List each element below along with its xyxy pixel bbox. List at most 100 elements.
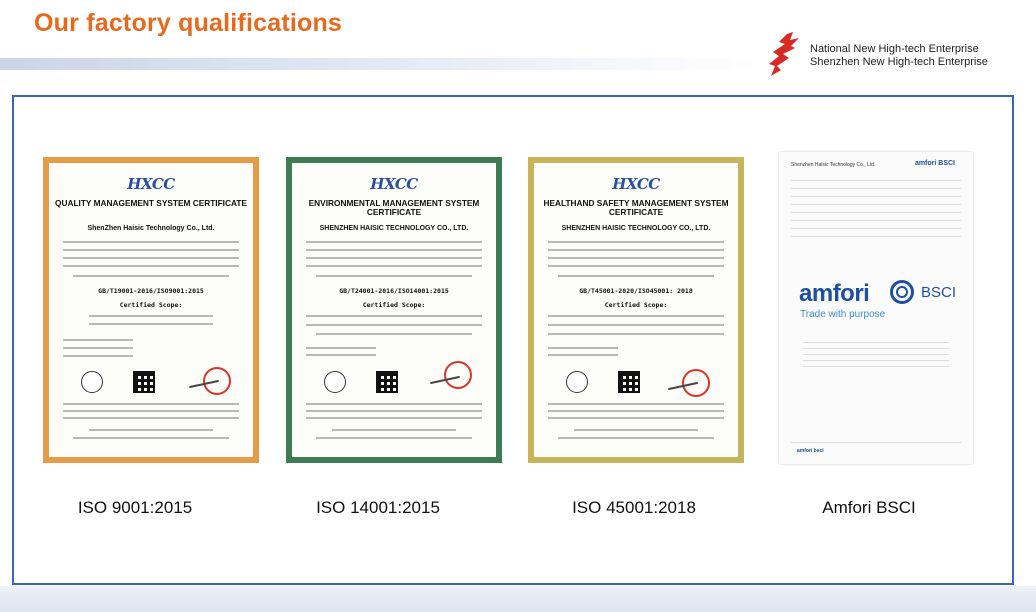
text-line [306, 257, 482, 259]
amfori-tagline: Trade with purpose [800, 309, 886, 320]
certificate-paper: HXCC ENVIRONMENTAL MANAGEMENT SYSTEM CER… [292, 163, 496, 457]
text-line [548, 403, 724, 405]
text-line [306, 354, 376, 356]
header-stripe [0, 58, 760, 70]
text-line [306, 324, 482, 326]
text-line [63, 347, 133, 349]
qr-code-icon [376, 371, 398, 393]
certificate-standard: GB/T24001-2016/ISO14001:2015 [339, 287, 449, 295]
certificate-company: ShenZhen Haisic Technology Co., Ltd. [87, 225, 215, 232]
certificate-standard: GB/T19001-2016/ISO9001:2015 [98, 287, 204, 295]
text-line [63, 249, 239, 251]
text-line [306, 249, 482, 251]
page-title: Our factory qualifications [34, 9, 343, 37]
amfori-producer-line: Shenzhen Haisic Technology Co., Ltd. [791, 162, 876, 168]
iso-seal-icon [81, 371, 103, 393]
text-line [803, 348, 949, 349]
enterprise-titles: National New High-tech Enterprise Shenzh… [810, 43, 988, 69]
text-line [63, 417, 239, 419]
text-line [548, 249, 724, 251]
text-line [73, 437, 229, 439]
certificate-title: QUALITY MANAGEMENT SYSTEM CERTIFICATE [55, 198, 247, 208]
certificate-company: SHENZHEN HAISIC TECHNOLOGY CO., LTD. [319, 225, 469, 232]
text-line [89, 315, 213, 317]
table-rule [791, 236, 961, 237]
text-line [548, 241, 724, 243]
caption-iso14001: ISO 14001:2015 [316, 498, 440, 517]
text-line [548, 315, 724, 317]
text-line [548, 265, 724, 267]
text-line [316, 437, 472, 439]
enterprise-line-shenzhen: Shenzhen New High-tech Enterprise [810, 56, 988, 68]
caption-amfori-bsci: Amfori BSCI [822, 498, 916, 517]
certificate-logo: HXCC [127, 175, 175, 193]
enterprise-line-national: National New High-tech Enterprise [810, 43, 979, 55]
text-line [548, 410, 724, 412]
text-line [63, 403, 239, 405]
text-line [332, 429, 456, 431]
text-line [73, 275, 229, 277]
high-tech-enterprise-logo-icon [765, 30, 805, 80]
certificate-iso14001: HXCC ENVIRONMENTAL MANAGEMENT SYSTEM CER… [286, 157, 502, 463]
text-line [803, 360, 949, 361]
certificate-scope-heading: Certified Scope: [604, 301, 668, 309]
text-line [803, 366, 949, 367]
footer-rule [791, 442, 961, 443]
red-stamp-icon [444, 361, 472, 389]
amfori-small-logo: amfori BSCI [914, 160, 955, 167]
table-rule [791, 180, 961, 181]
certificate-logo: HXCC [612, 175, 660, 193]
certificate-iso9001: HXCC QUALITY MANAGEMENT SYSTEM CERTIFICA… [43, 157, 259, 463]
table-rule [791, 228, 961, 229]
text-line [306, 241, 482, 243]
text-line [306, 410, 482, 412]
text-line [548, 347, 618, 349]
amfori-bsci-document: Shenzhen Haisic Technology Co., Ltd. amf… [779, 152, 973, 464]
amfori-brand: amfori [799, 280, 870, 307]
caption-iso9001: ISO 9001:2015 [77, 498, 193, 517]
iso-seal-icon [566, 371, 588, 393]
caption-iso45001: ISO 45001:2018 [572, 498, 696, 517]
certificate-paper: HXCC HEALTHAND SAFETY MANAGEMENT SYSTEM … [534, 163, 738, 457]
table-rule [791, 204, 961, 205]
text-line [63, 257, 239, 259]
text-line [548, 257, 724, 259]
text-line [306, 417, 482, 419]
qr-code-icon [133, 371, 155, 393]
table-rule [791, 220, 961, 221]
footer-band [0, 586, 1036, 612]
amfori-bsci-label: BSCI [921, 284, 957, 301]
text-line [63, 339, 133, 341]
text-line [306, 265, 482, 267]
certificate-paper: HXCC QUALITY MANAGEMENT SYSTEM CERTIFICA… [49, 163, 253, 457]
text-line [306, 347, 376, 349]
certificate-scope-heading: Certified Scope: [362, 301, 426, 309]
text-line [89, 323, 213, 325]
text-line [803, 354, 949, 355]
text-line [63, 355, 133, 357]
text-line [803, 342, 949, 343]
certificate-title: HEALTHAND SAFETY MANAGEMENT SYSTEM CERTI… [543, 198, 729, 217]
amfori-ring-inner-icon [896, 286, 908, 298]
text-line [548, 324, 724, 326]
text-line [63, 410, 239, 412]
text-line [316, 275, 472, 277]
text-line [558, 275, 714, 277]
certificate-company: SHENZHEN HAISIC TECHNOLOGY CO., LTD. [561, 225, 711, 232]
text-line [548, 417, 724, 419]
certificate-standard: GB/T45001-2020/ISO45001: 2018 [579, 287, 693, 295]
certificate-title: ENVIRONMENTAL MANAGEMENT SYSTEM CERTIFIC… [308, 198, 480, 217]
text-line [306, 315, 482, 317]
table-rule [791, 196, 961, 197]
qr-code-icon [618, 371, 640, 393]
text-line [63, 241, 239, 243]
text-line [558, 437, 714, 439]
text-line [89, 429, 213, 431]
certificate-scope-heading: Certified Scope: [119, 301, 183, 309]
text-line [316, 333, 472, 335]
text-line [306, 403, 482, 405]
text-line [63, 265, 239, 267]
text-line [574, 429, 698, 431]
text-line [548, 354, 618, 356]
amfori-footer-logo: amfori bsci [797, 448, 824, 454]
